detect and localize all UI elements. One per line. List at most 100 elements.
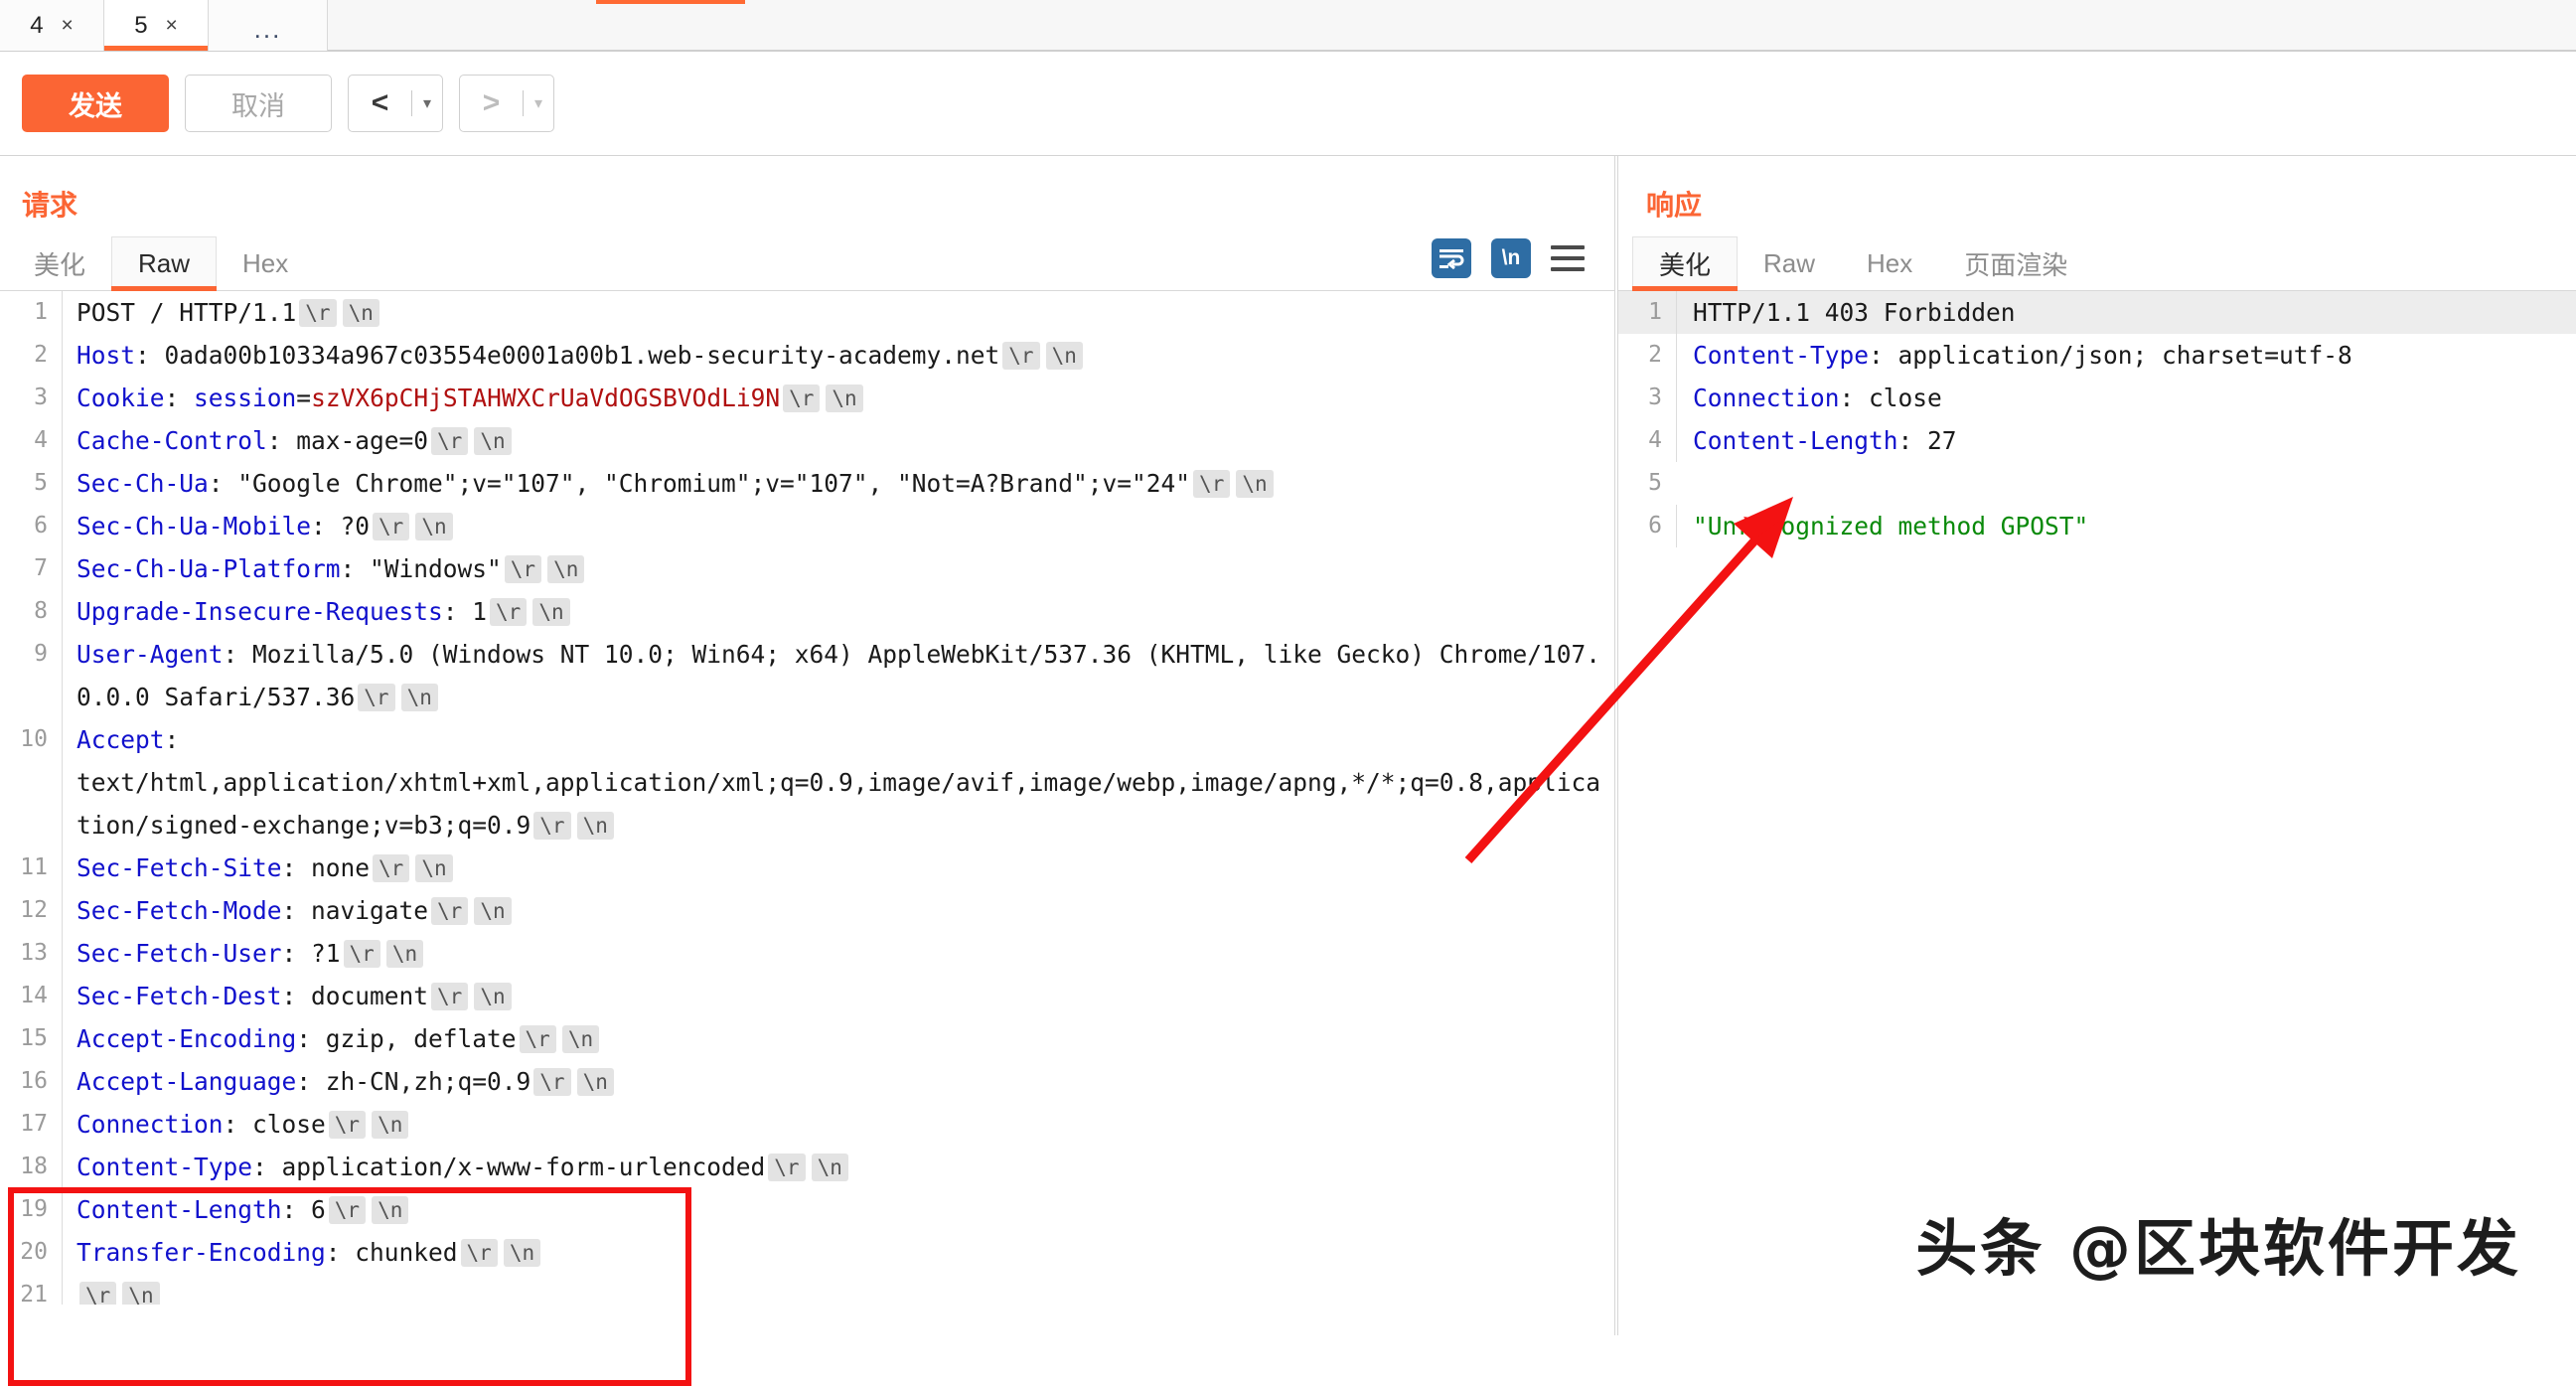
header-name: Sec-Fetch-Dest bbox=[76, 982, 282, 1010]
control-char-chip: \n bbox=[826, 385, 863, 412]
line-content: \r \n bbox=[62, 1274, 1614, 1305]
line-content: User-Agent: Mozilla/5.0 (Windows NT 10.0… bbox=[62, 633, 1614, 718]
header-value: : text/html,application/xhtml+xml,applic… bbox=[76, 725, 1601, 840]
send-button[interactable]: 发送 bbox=[22, 75, 169, 132]
control-char-chip: \n bbox=[122, 1282, 160, 1305]
prev-dropdown-caret-icon[interactable]: ▾ bbox=[412, 93, 442, 113]
response-pretty-editor[interactable]: 1 HTTP/1.1 403 Forbidden 2 Content-Type: ap… bbox=[1618, 291, 2576, 1305]
line-content: Transfer-Encoding: chunked \r \n bbox=[62, 1231, 1614, 1274]
tab-5[interactable]: 5 × bbox=[104, 0, 209, 51]
line-content: Upgrade-Insecure-Requests: 1 \r \n bbox=[62, 590, 1614, 633]
code-line: 8 Upgrade-Insecure-Requests: 1 \r \n bbox=[0, 590, 1614, 633]
code-line: 12 Sec-Fetch-Mode: navigate \r \n bbox=[0, 889, 1614, 932]
response-tab-hex[interactable]: Hex bbox=[1841, 236, 1938, 290]
control-char-chip: \n bbox=[385, 940, 424, 968]
control-char-chip: \n bbox=[503, 1239, 541, 1267]
next-request-button[interactable]: > ▾ bbox=[459, 75, 554, 132]
line-number: 9 bbox=[34, 641, 48, 667]
cancel-button[interactable]: 取消 bbox=[185, 75, 332, 132]
request-panel: 请求 美化 Raw Hex \n 1 POST / HTTP/1.1 \r \n… bbox=[0, 156, 1614, 1386]
word-wrap-icon[interactable] bbox=[1432, 238, 1471, 278]
header-value: : ?1 bbox=[281, 939, 341, 968]
header-value: : bbox=[164, 384, 195, 412]
control-char-chip: \r bbox=[358, 684, 395, 711]
request-view-tabs: 美化 Raw Hex \n bbox=[0, 235, 1614, 291]
line-number: 4 bbox=[1648, 427, 1662, 453]
tab-5-label: 5 bbox=[134, 11, 148, 39]
control-char-chip: \r bbox=[373, 854, 410, 882]
tab-5-close-icon[interactable]: × bbox=[166, 15, 178, 36]
header-name: Accept-Encoding bbox=[76, 1024, 297, 1053]
line-content: Cookie: session=szVX6pCHjSTAHWXCrUaVdOGS… bbox=[62, 377, 1614, 419]
line-number: 6 bbox=[34, 513, 48, 539]
line-content: Content-Length: 27 bbox=[1676, 419, 2576, 462]
header-value: POST / HTTP/1.1 bbox=[76, 298, 297, 327]
code-line: 14 Sec-Fetch-Dest: document \r \n bbox=[0, 975, 1614, 1017]
line-content: Sec-Ch-Ua-Platform: "Windows" \r \n bbox=[62, 547, 1614, 590]
header-value: : close bbox=[1839, 384, 1942, 412]
header-value: : close bbox=[223, 1110, 326, 1139]
next-dropdown-caret-icon[interactable]: ▾ bbox=[524, 93, 553, 113]
line-number: 5 bbox=[1648, 470, 1662, 496]
prev-request-button[interactable]: < ▾ bbox=[348, 75, 443, 132]
line-number: 3 bbox=[34, 385, 48, 410]
line-content: Sec-Fetch-User: ?1 \r \n bbox=[62, 932, 1614, 975]
control-char-chip: \n bbox=[474, 427, 512, 455]
request-tab-pretty[interactable]: 美化 bbox=[8, 236, 111, 290]
code-line: 6 Sec-Ch-Ua-Mobile: ?0 \r \n bbox=[0, 505, 1614, 547]
header-value: : ?0 bbox=[311, 512, 371, 540]
header-name: Accept bbox=[76, 725, 165, 754]
response-tab-raw[interactable]: Raw bbox=[1738, 236, 1841, 290]
response-panel: 响应 美化 Raw Hex 页面渲染 1 HTTP/1.1 403 Forbidd… bbox=[1618, 156, 2576, 1335]
control-char-chip: \r bbox=[519, 1025, 556, 1053]
control-char-chip: \n bbox=[1045, 342, 1083, 370]
tab-4[interactable]: 4 × bbox=[0, 0, 104, 51]
code-line: 17 Connection: close \r \n bbox=[0, 1103, 1614, 1146]
code-line: 19 Content-Length: 6 \r \n bbox=[0, 1188, 1614, 1231]
line-number: 15 bbox=[20, 1025, 48, 1051]
line-content: Connection: close \r \n bbox=[62, 1103, 1614, 1146]
line-number: 21 bbox=[20, 1282, 48, 1305]
control-char-chip: \r bbox=[533, 812, 571, 840]
request-horizontal-scrollbar[interactable] bbox=[62, 1169, 1614, 1181]
control-char-chip: \n bbox=[372, 1111, 409, 1139]
control-char-chip: \r bbox=[783, 385, 821, 412]
response-tab-pretty[interactable]: 美化 bbox=[1632, 236, 1739, 291]
header-name: Upgrade-Insecure-Requests bbox=[76, 597, 443, 626]
line-content: Sec-Fetch-Dest: document \r \n bbox=[62, 975, 1614, 1017]
menu-icon[interactable] bbox=[1551, 245, 1585, 271]
header-value: = bbox=[296, 384, 312, 412]
request-tab-raw[interactable]: Raw bbox=[111, 236, 218, 291]
line-number: 13 bbox=[20, 940, 48, 966]
control-char-chip: \r bbox=[328, 1196, 367, 1224]
response-body: "Unrecognized method GPOST" bbox=[1693, 512, 2089, 540]
line-content: HTTP/1.1 403 Forbidden bbox=[1676, 291, 2576, 334]
code-line: 10 Accept: text/html,application/xhtml+xm… bbox=[0, 718, 1614, 847]
line-number: 1 bbox=[34, 299, 48, 325]
control-char-chip: \n bbox=[547, 555, 585, 583]
control-char-chip: \r bbox=[1002, 342, 1040, 370]
control-char-chip: \r bbox=[431, 983, 469, 1010]
header-name: Sec-Fetch-Site bbox=[76, 853, 282, 882]
control-char-chip: \r bbox=[328, 1111, 367, 1139]
request-raw-editor[interactable]: 1 POST / HTTP/1.1 \r \n 2 Host: 0ada00b10334a… bbox=[0, 291, 1614, 1305]
control-char-chip: \r bbox=[343, 940, 380, 968]
header-value: : max-age=0 bbox=[266, 426, 429, 455]
line-number: 10 bbox=[20, 726, 48, 752]
code-line: 4 Content-Length: 27 bbox=[1618, 419, 2576, 462]
line-content: Host: 0ada00b10334a967c03554e0001a00b1.w… bbox=[62, 334, 1614, 377]
header-value: : zh-CN,zh;q=0.9 bbox=[296, 1067, 531, 1096]
header-name: Connection bbox=[76, 1110, 224, 1139]
control-char-chip: \r bbox=[504, 555, 542, 583]
control-char-chip: \n bbox=[1236, 470, 1274, 498]
response-tab-render[interactable]: 页面渲染 bbox=[1938, 236, 2093, 290]
control-char-chip: \n bbox=[474, 897, 512, 925]
line-number: 19 bbox=[20, 1196, 48, 1222]
show-newline-icon[interactable]: \n bbox=[1491, 238, 1531, 278]
tab-4-close-icon[interactable]: × bbox=[62, 15, 74, 36]
line-number: 12 bbox=[20, 897, 48, 923]
tab-overflow-button[interactable]: ... bbox=[209, 0, 328, 51]
request-tab-hex[interactable]: Hex bbox=[217, 236, 314, 290]
line-number: 20 bbox=[20, 1239, 48, 1265]
request-toolbar-icons: \n bbox=[1432, 238, 1614, 290]
